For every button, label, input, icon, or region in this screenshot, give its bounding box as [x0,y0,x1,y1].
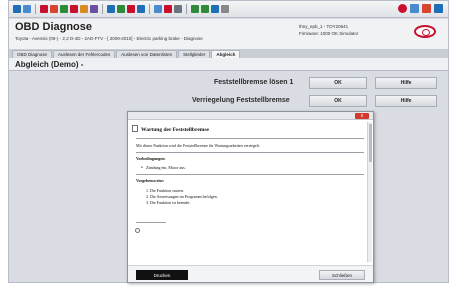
flag-icon[interactable] [422,4,431,13]
toolbar-separator [186,4,187,14]
print-button[interactable]: Drucken [136,270,188,280]
tab-bar: OBD Diagnose Auslesen der Fehlercodes Au… [9,49,448,58]
divider [136,222,166,223]
divider [136,138,364,139]
divider [136,174,364,175]
toyota-logo [414,25,436,38]
dialog-close-button[interactable]: x [355,113,369,119]
home-icon[interactable] [13,5,21,13]
divider [136,152,364,153]
app-title: OBD Diagnose [15,21,93,33]
toolbar-separator [149,4,150,14]
record-dot-icon[interactable] [398,4,407,13]
settings-icon[interactable] [221,5,229,13]
tab-stellglieder[interactable]: Stellglieder [178,50,211,58]
tab-datenlisten[interactable]: Auslesen von Datenlisten [116,50,178,58]
device-info: thny_epb_1 - TOY20641 Firmware: 1000 OK … [299,23,358,37]
help-dialog: x Wartung der Feststellbremse Mit dieser… [127,111,374,283]
connection-icon[interactable] [410,4,419,13]
doc-icon[interactable] [174,5,182,13]
precondition-item: Zündung ein, Motor aus. [141,165,186,170]
dialog-heading: Wartung der Feststellbremse [141,127,209,133]
toolbar [9,1,448,18]
intro-text: Mit dieser Funktion wird die Feststellbr… [136,143,260,148]
section-title: Abgleich (Demo) - [15,60,84,69]
export-icon[interactable] [211,5,219,13]
close-button[interactable]: Schließen [319,270,365,280]
save-icon[interactable] [137,5,145,13]
info-icon [135,228,140,233]
dialog-titlebar[interactable]: x [128,112,373,120]
list-icon[interactable] [117,5,125,13]
tab-fehlercodes[interactable]: Auslesen der Fehlercodes [53,50,116,58]
toolbar-separator [35,4,36,14]
toolbar-separator [102,4,103,14]
chart-icon[interactable] [201,5,209,13]
procedure-step: 1. Die Funktion starten. [146,188,184,193]
tab-obd-diagnose[interactable]: OBD Diagnose [12,50,53,58]
procedure-step: 2. Die Anweisungen im Programm befolgen. [146,194,218,199]
scrollbar-thumb[interactable] [369,124,372,162]
help-button[interactable]: Hilfe [375,95,437,107]
scan-icon[interactable] [50,5,58,13]
help-button[interactable]: Hilfe [375,77,437,89]
vehicle-icon[interactable] [40,5,48,13]
function-label: Verriegelung Feststellbremse [192,97,290,104]
section-header: Abgleich (Demo) - [9,58,448,71]
back-icon[interactable] [23,5,31,13]
procedure-step: 3. Die Funktion ist beendet. [146,200,191,205]
report-icon[interactable] [154,5,162,13]
ok-button[interactable]: OK [309,95,367,107]
function-label: Feststellbremse lösen 1 [214,79,294,86]
procedure-title: Vorgehensweise: [136,178,165,183]
user-line: thny_epb_1 - TOY20641 [299,24,349,29]
print-icon[interactable] [127,5,135,13]
dialog-content: Wartung der Feststellbremse Mit dieser F… [132,122,367,262]
firmware-line: Firmware: 1000 OK Simulator [299,31,359,36]
graph-icon[interactable] [107,5,115,13]
dtc-icon[interactable] [60,5,68,13]
stop-icon[interactable] [164,5,172,13]
dialog-scrollbar[interactable] [367,122,372,262]
data-icon[interactable] [70,5,78,13]
ok-button[interactable]: OK [309,77,367,89]
dialog-footer: Drucken Schließen [128,265,373,282]
vehicle-info: Toyota - Avensis (09-) - 2,2 D-4D - 2AD-… [15,36,203,41]
help-icon[interactable] [434,4,443,13]
record-icon[interactable] [80,5,88,13]
header: OBD Diagnose Toyota - Avensis (09-) - 2,… [9,19,448,49]
clock-icon[interactable] [90,5,98,13]
document-icon [132,125,138,132]
app-window: OBD Diagnose Toyota - Avensis (09-) - 2,… [8,0,449,283]
preconditions-title: Vorbedingungen: [136,156,166,161]
tab-abgleich[interactable]: Abgleich [211,50,241,58]
table-icon[interactable] [191,5,199,13]
